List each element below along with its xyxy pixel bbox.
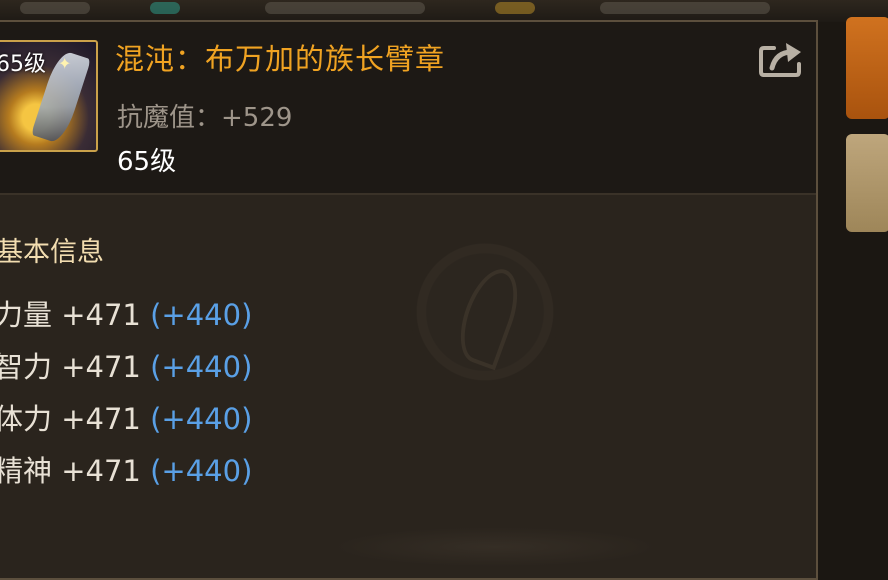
sparkle-icon: ✦	[58, 54, 72, 73]
side-action-button-primary[interactable]	[846, 17, 888, 119]
item-main-stat: 抗魔值：+529	[117, 103, 293, 133]
share-icon	[759, 43, 801, 77]
attribute-name: 智力	[0, 350, 53, 384]
item-level: 65级	[117, 147, 177, 177]
attribute-bonus: (+440)	[150, 350, 253, 384]
attribute-bonus: (+440)	[150, 402, 253, 436]
attribute-name: 力量	[0, 298, 53, 332]
side-action-button-secondary[interactable]	[846, 134, 888, 232]
section-title: 基本信息	[0, 237, 104, 268]
item-name: 混沌：布万加的族长臂章	[115, 42, 446, 76]
item-icon[interactable]: ✦ 65级	[0, 40, 98, 152]
attribute-bonus: (+440)	[150, 298, 253, 332]
attribute-bonus: (+440)	[150, 454, 253, 488]
item-tooltip-panel: ✦ 65级 混沌：布万加的族长臂章 抗魔值：+529 65级 基本信息 力量 +…	[0, 20, 818, 580]
background-decoration	[330, 527, 660, 567]
attribute-row: 精神 +471 (+440)	[0, 448, 252, 490]
attribute-name: 体力	[0, 402, 53, 436]
attribute-name: 精神	[0, 454, 53, 488]
attribute-value: +471	[61, 454, 141, 488]
attribute-row: 力量 +471 (+440)	[0, 292, 252, 334]
attribute-value: +471	[61, 298, 141, 332]
divider	[0, 193, 816, 195]
item-header: ✦ 65级 混沌：布万加的族长臂章 抗魔值：+529 65级	[0, 22, 816, 193]
emblem-watermark	[410, 237, 560, 387]
attribute-value: +471	[61, 350, 141, 384]
attribute-row: 智力 +471 (+440)	[0, 344, 252, 386]
item-icon-level: 65级	[0, 52, 46, 77]
attribute-row: 体力 +471 (+440)	[0, 396, 252, 438]
background-top-strip	[0, 0, 888, 22]
attribute-value: +471	[61, 402, 141, 436]
share-button[interactable]	[758, 40, 804, 78]
